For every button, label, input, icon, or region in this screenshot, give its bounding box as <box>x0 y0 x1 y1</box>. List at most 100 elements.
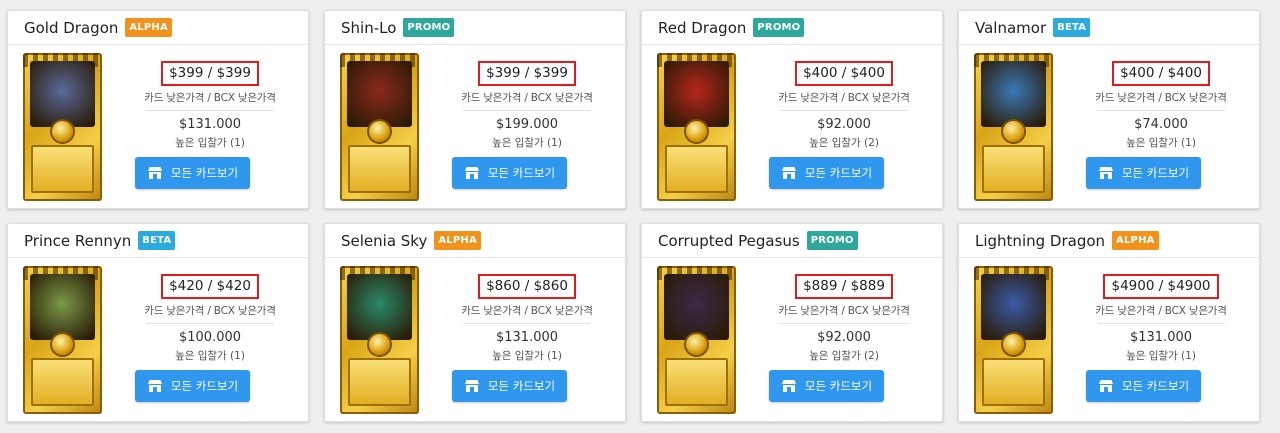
card-artwork <box>30 61 95 127</box>
card-artwork <box>347 61 412 127</box>
edition-badge: ALPHA <box>125 18 172 37</box>
high-bid: $131.000 <box>178 117 242 132</box>
card-artwork <box>981 61 1046 127</box>
high-bid-label: 높은 입찰가 (1) <box>1126 137 1196 149</box>
card-artwork <box>347 274 412 340</box>
divider <box>1097 110 1225 111</box>
store-icon <box>781 379 797 393</box>
edition-badge: BETA <box>1053 18 1091 37</box>
view-all-cards-button[interactable]: 모든 카드보기 <box>135 370 250 402</box>
card-title[interactable]: Prince Rennyn <box>24 232 131 250</box>
edition-badge: ALPHA <box>434 231 481 250</box>
card-medal <box>686 121 707 142</box>
view-all-cards-label: 모든 카드보기 <box>1121 379 1190 393</box>
view-all-cards-label: 모든 카드보기 <box>487 166 556 180</box>
divider <box>780 110 908 111</box>
high-bid: $131.000 <box>1129 330 1193 345</box>
card-header: Lightning Dragon ALPHA <box>959 224 1259 258</box>
store-icon <box>1098 166 1114 180</box>
card-artwork <box>30 274 95 340</box>
card-image[interactable] <box>340 53 419 201</box>
low-price: $399 / $399 <box>478 61 576 86</box>
card-text-plate <box>31 358 94 406</box>
card-header: Corrupted Pegasus PROMO <box>642 224 942 258</box>
low-price: $860 / $860 <box>478 274 576 299</box>
edition-badge: ALPHA <box>1112 231 1159 250</box>
high-bid-label: 높은 입찰가 (2) <box>809 137 879 149</box>
card-text-plate <box>665 145 728 193</box>
store-icon <box>147 166 163 180</box>
low-price: $889 / $889 <box>795 274 893 299</box>
card-title[interactable]: Lightning Dragon <box>975 232 1105 250</box>
view-all-cards-button[interactable]: 모든 카드보기 <box>452 157 567 189</box>
card-title[interactable]: Red Dragon <box>658 19 746 37</box>
card-image[interactable] <box>657 53 736 201</box>
card-header: Shin-Lo PROMO <box>325 11 625 45</box>
store-icon <box>781 166 797 180</box>
edition-badge: PROMO <box>403 18 455 37</box>
card-image[interactable] <box>657 266 736 414</box>
card-header: Selenia Sky ALPHA <box>325 224 625 258</box>
price-info: $399 / $399 카드 낮은가격 / BCX 낮은가격 $199.000 … <box>449 61 605 150</box>
view-all-cards-button[interactable]: 모든 카드보기 <box>1086 157 1201 189</box>
card-medal <box>686 334 707 355</box>
card-image[interactable] <box>23 53 102 201</box>
low-price: $4900 / $4900 <box>1103 274 1219 299</box>
view-all-cards-button[interactable]: 모든 카드보기 <box>452 370 567 402</box>
divider <box>146 323 274 324</box>
store-icon <box>1098 379 1114 393</box>
view-all-cards-label: 모든 카드보기 <box>1121 166 1190 180</box>
high-bid-label: 높은 입찰가 (1) <box>175 137 245 149</box>
low-price-label: 카드 낮은가격 / BCX 낮은가격 <box>461 305 593 317</box>
high-bid: $74.000 <box>1134 117 1188 132</box>
card-listing: Red Dragon PROMO $400 / $400 카드 낮은가격 / B… <box>641 10 943 209</box>
view-all-cards-button[interactable]: 모든 카드보기 <box>769 370 884 402</box>
card-image[interactable] <box>974 53 1053 201</box>
card-text-plate <box>348 145 411 193</box>
card-title[interactable]: Selenia Sky <box>341 232 427 250</box>
card-listing: Selenia Sky ALPHA $860 / $860 카드 낮은가격 / … <box>324 223 626 422</box>
price-info: $860 / $860 카드 낮은가격 / BCX 낮은가격 $131.000 … <box>449 274 605 363</box>
view-all-cards-button[interactable]: 모든 카드보기 <box>769 157 884 189</box>
store-icon <box>147 379 163 393</box>
card-listing: Corrupted Pegasus PROMO $889 / $889 카드 낮… <box>641 223 943 422</box>
card-image[interactable] <box>23 266 102 414</box>
divider <box>463 323 591 324</box>
card-artwork <box>664 274 729 340</box>
price-info: $4900 / $4900 카드 낮은가격 / BCX 낮은가격 $131.00… <box>1083 274 1239 363</box>
divider <box>780 323 908 324</box>
high-bid-label: 높은 입찰가 (1) <box>1126 350 1196 362</box>
low-price-label: 카드 낮은가격 / BCX 낮은가격 <box>1095 305 1227 317</box>
high-bid: $92.000 <box>817 330 871 345</box>
low-price: $399 / $399 <box>161 61 259 86</box>
card-header: Red Dragon PROMO <box>642 11 942 45</box>
card-medal <box>1003 121 1024 142</box>
card-title[interactable]: Corrupted Pegasus <box>658 232 800 250</box>
view-all-cards-button[interactable]: 모든 카드보기 <box>135 157 250 189</box>
card-title[interactable]: Gold Dragon <box>24 19 118 37</box>
view-all-cards-label: 모든 카드보기 <box>804 166 873 180</box>
low-price-label: 카드 낮은가격 / BCX 낮은가격 <box>461 92 593 104</box>
view-all-cards-label: 모든 카드보기 <box>804 379 873 393</box>
card-artwork <box>664 61 729 127</box>
high-bid: $199.000 <box>495 117 559 132</box>
card-image[interactable] <box>340 266 419 414</box>
low-price: $420 / $420 <box>161 274 259 299</box>
divider <box>146 110 274 111</box>
card-image[interactable] <box>974 266 1053 414</box>
high-bid-label: 높은 입찰가 (1) <box>492 350 562 362</box>
card-text-plate <box>31 145 94 193</box>
edition-badge: BETA <box>138 231 176 250</box>
card-title[interactable]: Shin-Lo <box>341 19 396 37</box>
high-bid: $100.000 <box>178 330 242 345</box>
price-info: $889 / $889 카드 낮은가격 / BCX 낮은가격 $92.000 높… <box>766 274 922 363</box>
card-title[interactable]: Valnamor <box>975 19 1046 37</box>
low-price-label: 카드 낮은가격 / BCX 낮은가격 <box>778 305 910 317</box>
card-header: Prince Rennyn BETA <box>8 224 308 258</box>
low-price: $400 / $400 <box>795 61 893 86</box>
card-header: Gold Dragon ALPHA <box>8 11 308 45</box>
card-header: Valnamor BETA <box>959 11 1259 45</box>
view-all-cards-button[interactable]: 모든 카드보기 <box>1086 370 1201 402</box>
low-price-label: 카드 낮은가격 / BCX 낮은가격 <box>778 92 910 104</box>
divider <box>1097 323 1225 324</box>
